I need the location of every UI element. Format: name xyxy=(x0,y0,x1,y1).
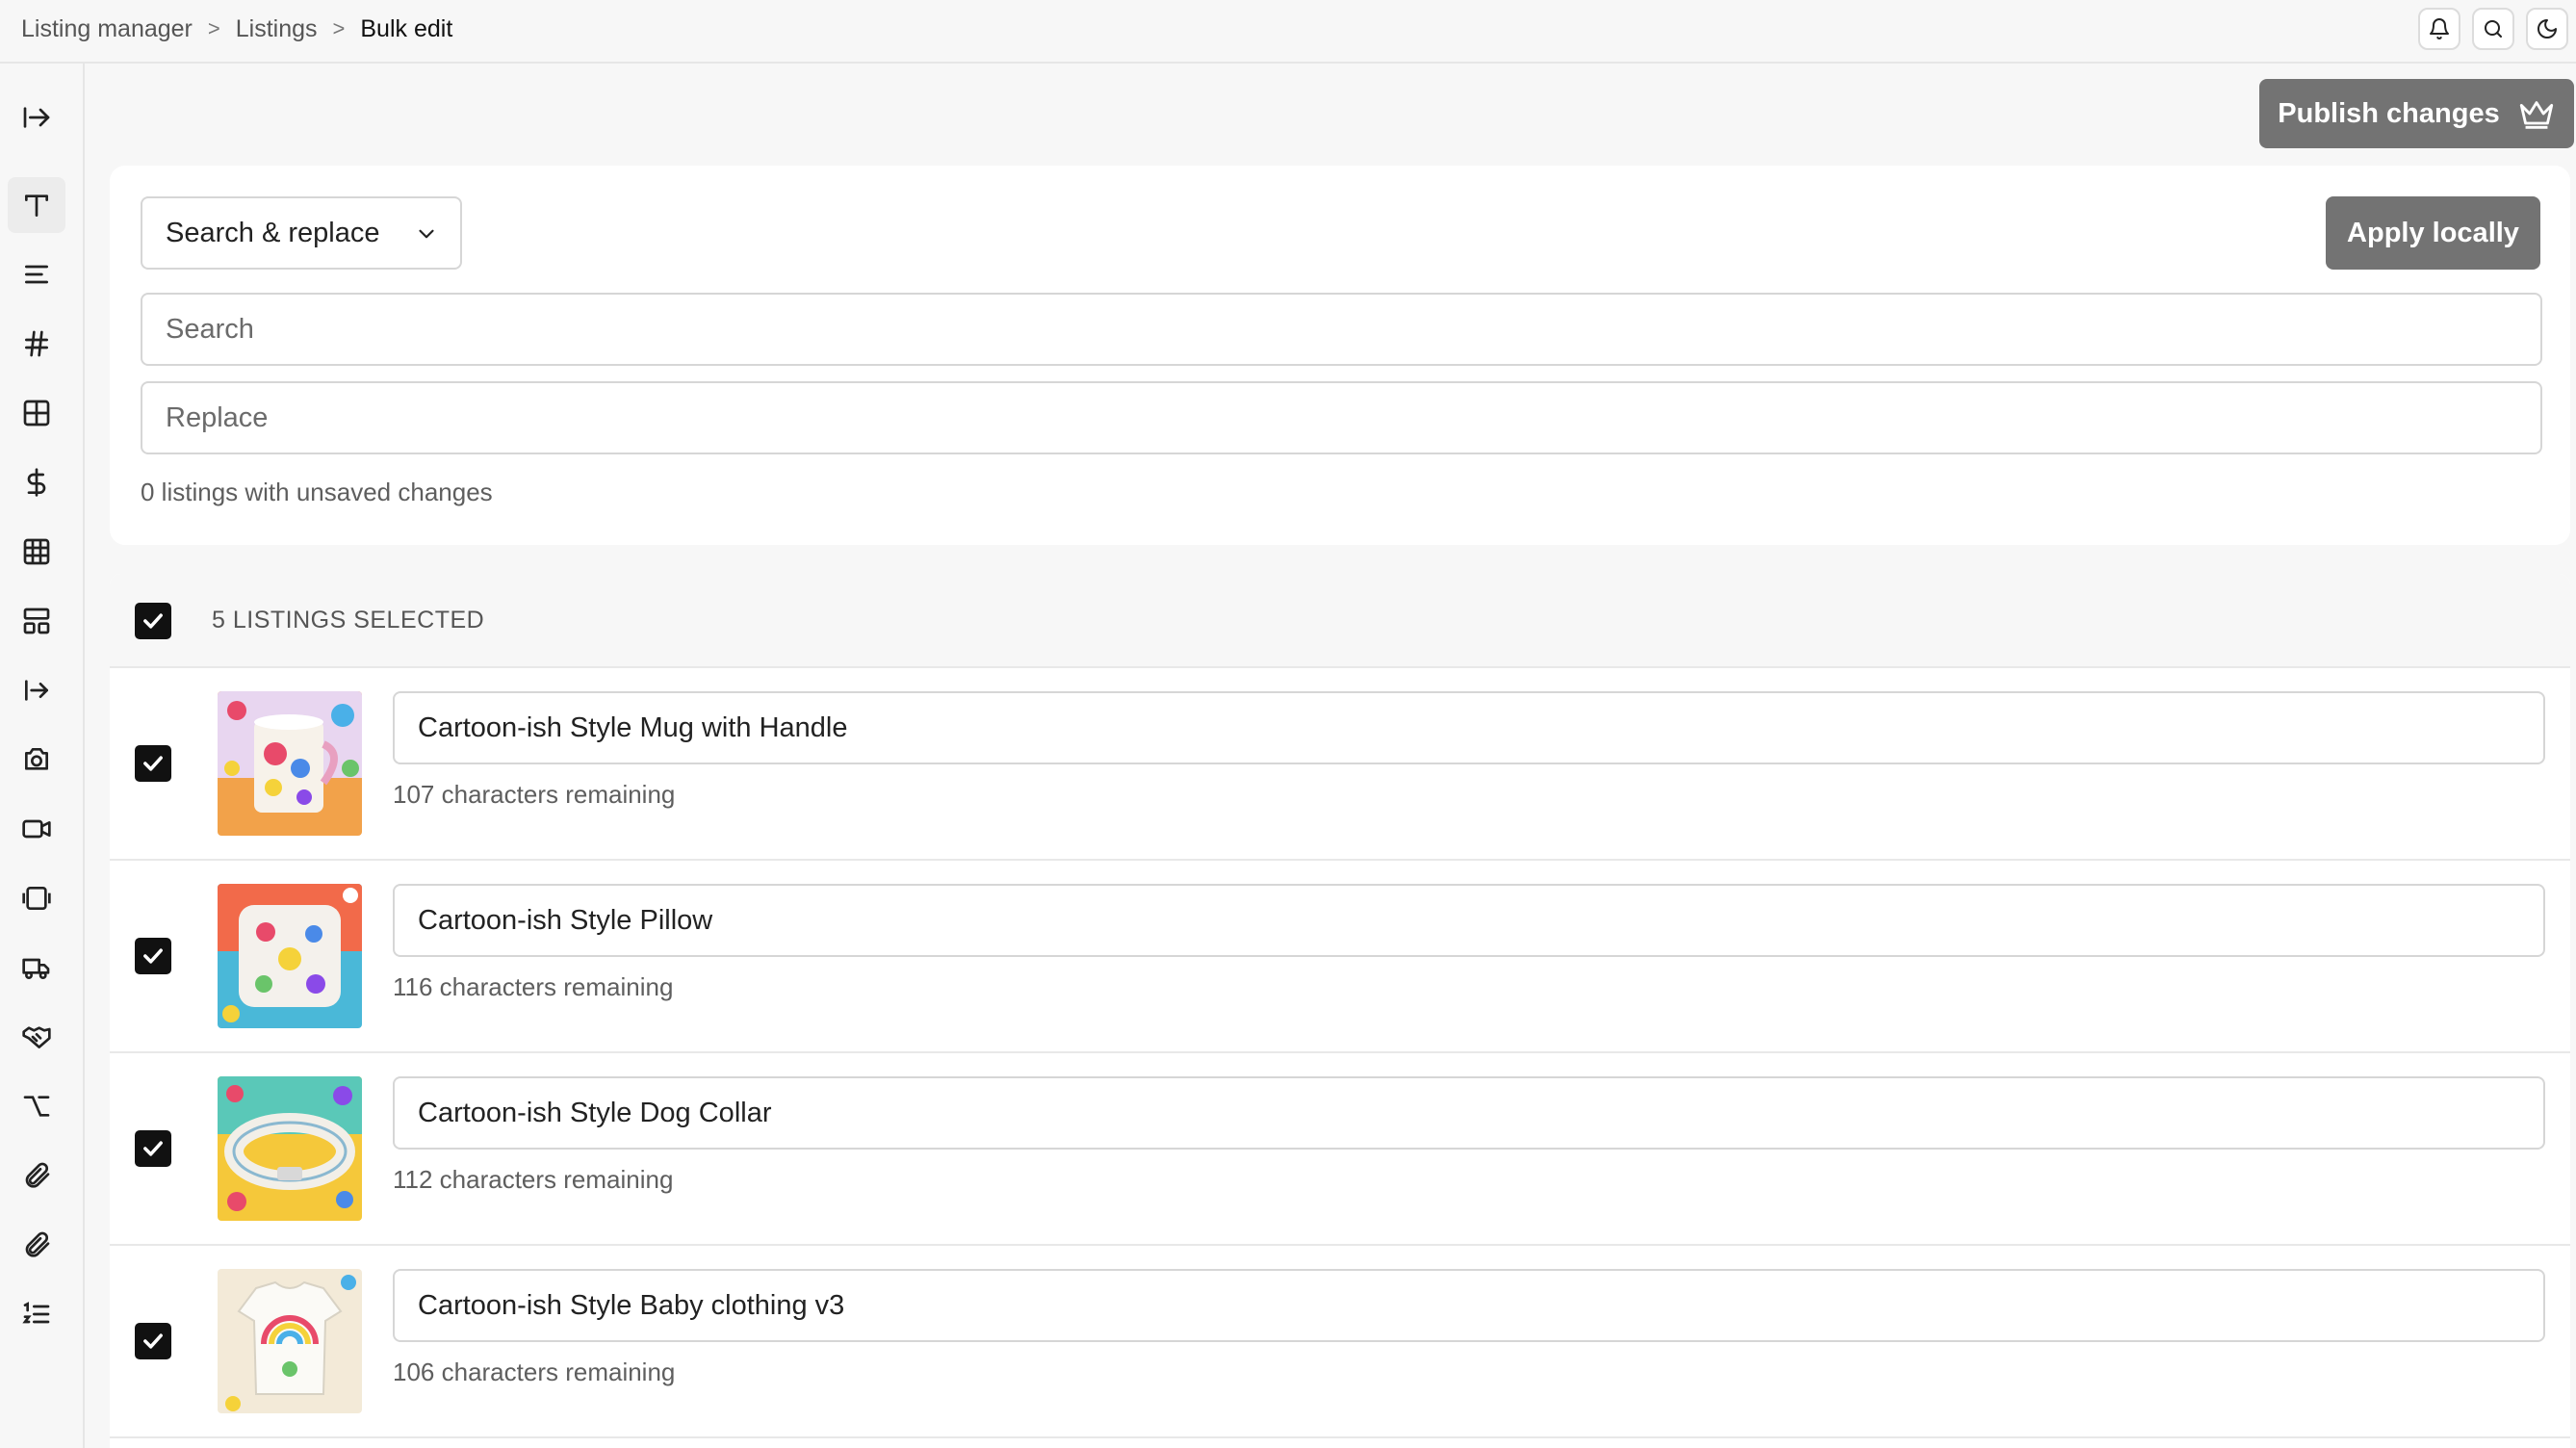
sidebar-item-tags[interactable] xyxy=(8,316,65,372)
sidebar-expand-icon xyxy=(23,107,50,128)
type-icon xyxy=(25,194,48,217)
moon-icon xyxy=(2537,19,2557,39)
notifications-button[interactable] xyxy=(2418,8,2460,50)
listing-title-input[interactable] xyxy=(393,884,2545,957)
sidebar-item-partners[interactable] xyxy=(8,1009,65,1065)
listing-title-input[interactable] xyxy=(393,691,2545,764)
check-icon xyxy=(143,1141,163,1156)
listing-thumbnail xyxy=(218,691,362,836)
video-icon xyxy=(22,819,51,839)
text-lines-icon xyxy=(25,265,48,284)
select-all-checkbox[interactable] xyxy=(135,603,171,639)
sidebar-item-files[interactable] xyxy=(8,1217,65,1273)
paperclip-icon xyxy=(25,1231,50,1257)
row-checkbox[interactable] xyxy=(135,938,171,974)
sidebar-item-shipping[interactable] xyxy=(8,940,65,996)
search-input[interactable] xyxy=(141,293,2542,366)
sidebar-item-variations[interactable] xyxy=(8,385,65,441)
unsaved-changes-count: 0 listings with unsaved changes xyxy=(141,478,493,506)
table-row: 112 characters remaining xyxy=(110,1053,2570,1246)
edit-mode-value: Search & replace xyxy=(166,217,380,248)
sidebar-item-export[interactable] xyxy=(8,662,65,718)
list-ordered-icon xyxy=(22,1302,50,1324)
layout-icon xyxy=(23,608,50,634)
camera-icon xyxy=(25,748,48,770)
row-checkbox[interactable] xyxy=(135,745,171,782)
characters-remaining: 107 characters remaining xyxy=(393,780,676,809)
chevron-down-icon xyxy=(419,229,434,239)
listing-thumbnail xyxy=(218,884,362,1028)
check-icon xyxy=(143,948,163,964)
listing-thumbnail xyxy=(218,1269,362,1413)
publish-changes-button[interactable]: Publish changes xyxy=(2259,79,2574,148)
sidebar-item-sections[interactable] xyxy=(8,593,65,649)
handshake-icon xyxy=(22,1026,51,1048)
sidebar-item-inventory[interactable] xyxy=(8,524,65,580)
sidebar xyxy=(0,64,85,1448)
search-icon xyxy=(2485,20,2502,38)
top-bar: Listing manager > Listings > Bulk edit xyxy=(0,0,2576,64)
row-checkbox[interactable] xyxy=(135,1323,171,1359)
arrow-right-bar-icon xyxy=(25,680,48,701)
sidebar-item-options[interactable] xyxy=(8,1078,65,1134)
edit-mode-select[interactable]: Search & replace xyxy=(141,196,462,270)
characters-remaining: 116 characters remaining xyxy=(393,972,674,1001)
breadcrumb-listing-manager[interactable]: Listing manager xyxy=(21,15,193,43)
sidebar-item-details[interactable] xyxy=(8,1286,65,1342)
breadcrumb-bulk-edit: Bulk edit xyxy=(360,14,453,42)
table-icon xyxy=(23,538,50,565)
sidebar-item-processing[interactable] xyxy=(8,870,65,926)
breadcrumb-separator: > xyxy=(207,16,220,40)
listing-title-input[interactable] xyxy=(393,1076,2545,1150)
sidebar-item-price[interactable] xyxy=(8,454,65,510)
publish-changes-label: Publish changes xyxy=(2278,97,2500,129)
crown-icon xyxy=(2519,101,2553,129)
check-icon xyxy=(143,613,163,629)
hash-icon xyxy=(25,330,48,357)
theme-toggle-button[interactable] xyxy=(2526,8,2568,50)
sidebar-item-video[interactable] xyxy=(8,801,65,857)
search-button[interactable] xyxy=(2472,8,2514,50)
breadcrumb-separator: > xyxy=(332,16,346,40)
listing-title-input[interactable] xyxy=(393,1269,2545,1342)
table-row: 116 characters remaining xyxy=(110,861,2570,1053)
sidebar-item-title[interactable] xyxy=(8,177,65,233)
sidebar-item-attachments[interactable] xyxy=(8,1148,65,1203)
grid-icon xyxy=(23,400,50,427)
breadcrumb: Listing manager > Listings > Bulk edit xyxy=(21,0,452,58)
replace-input[interactable] xyxy=(141,381,2542,454)
characters-remaining: 106 characters remaining xyxy=(393,1358,676,1386)
listings-table: 5 LISTINGS SELECTED 107 characters remai… xyxy=(110,574,2570,1448)
bell-icon xyxy=(2430,18,2449,39)
listings-header: 5 LISTINGS SELECTED xyxy=(110,574,2570,668)
sidebar-item-description[interactable] xyxy=(8,246,65,302)
table-row: 106 characters remaining xyxy=(110,1246,2570,1438)
check-icon xyxy=(143,1333,163,1349)
apply-locally-button[interactable]: Apply locally xyxy=(2326,196,2540,270)
check-icon xyxy=(143,756,163,771)
truck-icon xyxy=(22,958,50,979)
listing-thumbnail xyxy=(218,1076,362,1221)
sidebar-toggle-button[interactable] xyxy=(15,96,58,139)
breadcrumb-listings[interactable]: Listings xyxy=(236,15,318,43)
table-row: 107 characters remaining xyxy=(110,668,2570,861)
paperclip-icon xyxy=(25,1162,50,1188)
characters-remaining: 112 characters remaining xyxy=(393,1165,674,1194)
bulk-edit-panel: Search & replace Apply locally 0 listing… xyxy=(110,166,2570,545)
dollar-icon xyxy=(27,468,46,497)
sidebar-item-photos[interactable] xyxy=(8,732,65,788)
layers-icon xyxy=(22,887,51,910)
option-key-icon xyxy=(23,1096,50,1117)
row-checkbox[interactable] xyxy=(135,1130,171,1167)
selected-count-label: 5 LISTINGS SELECTED xyxy=(212,607,485,634)
